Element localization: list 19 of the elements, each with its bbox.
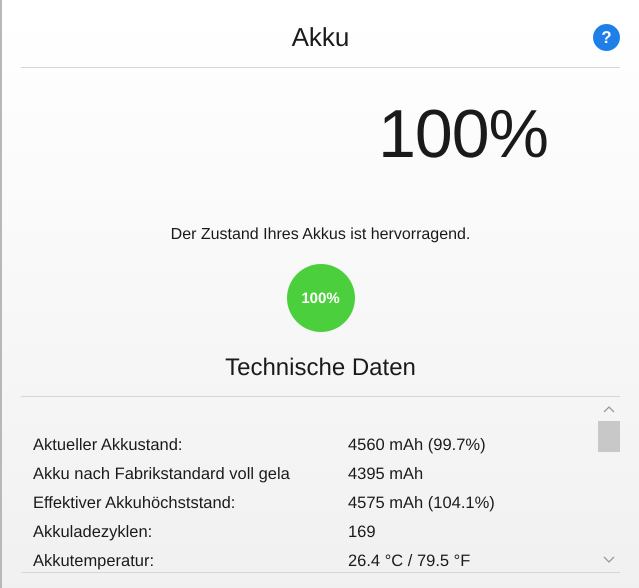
section-title: Technische Daten	[21, 354, 620, 397]
spec-value: 4575 mAh (104.1%)	[348, 494, 495, 513]
scroll-down-icon[interactable]	[603, 556, 615, 564]
spec-value: 169	[348, 523, 376, 542]
scroll-up-icon[interactable]	[603, 405, 615, 413]
window-title: Akku	[292, 21, 350, 53]
health-message: Der Zustand Ihres Akkus ist hervorragend.	[170, 226, 472, 244]
spec-label: Akkutemperatur:	[33, 552, 156, 571]
spec-value: 4560 mAh (99.7%)	[348, 436, 486, 455]
spec-label: Aktueller Akkustand:	[33, 436, 184, 455]
spec-label: Effektiver Akkuhöchststand:	[33, 494, 236, 513]
help-button[interactable]: ?	[593, 24, 620, 51]
scrollbar-thumb[interactable]	[598, 421, 620, 452]
spec-label: Akkuladezyklen:	[33, 523, 154, 542]
spec-value: 26.4 °C / 79.5 °F	[348, 552, 470, 571]
spec-label: Akku nach Fabrikstandard voll gela	[33, 465, 291, 484]
charge-percent: 100%	[378, 95, 548, 174]
health-badge: 100%	[286, 264, 354, 332]
spec-value: 4395 mAh	[348, 465, 424, 484]
